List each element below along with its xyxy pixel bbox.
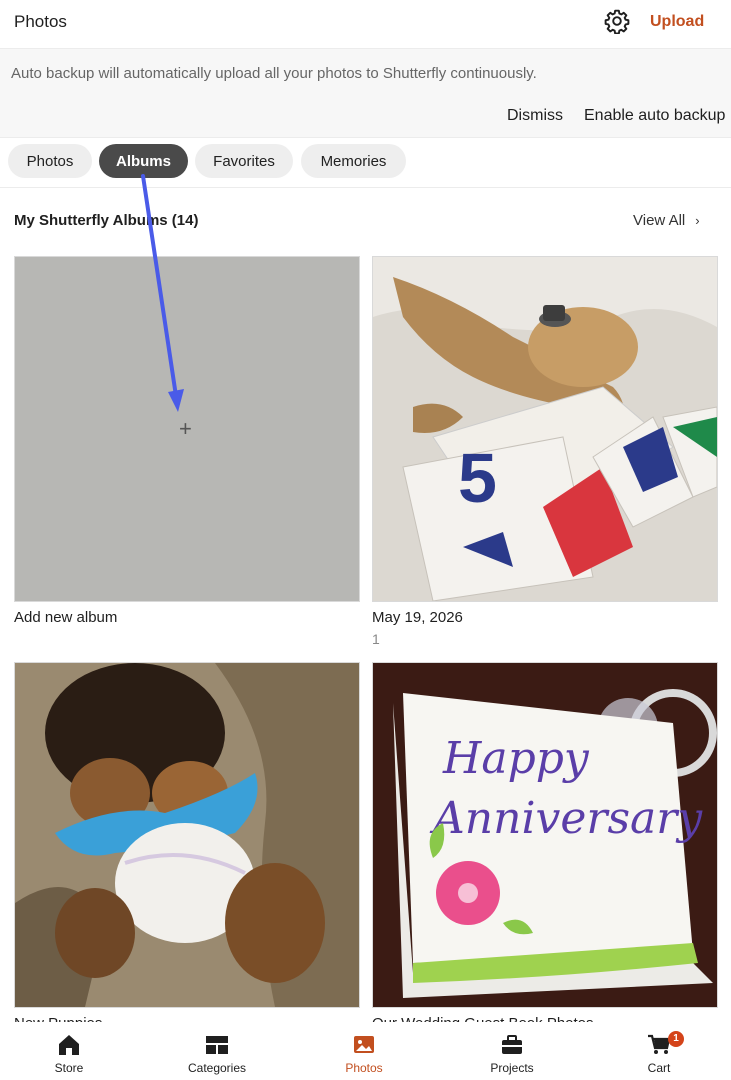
cart-count-badge: 1 — [668, 1031, 684, 1047]
albums-section-title: My Shutterfly Albums (14) — [14, 212, 199, 229]
puppy-photo — [15, 663, 359, 1007]
photos-icon — [354, 1036, 374, 1053]
upload-button[interactable]: Upload — [650, 13, 704, 31]
tab-bar: Photos Albums Favorites Memories — [0, 137, 731, 188]
album-title: May 19, 2026 — [372, 609, 463, 626]
nav-label: Cart — [647, 1061, 671, 1075]
album-title: Add new album — [14, 609, 118, 626]
tab-favorites[interactable]: Favorites — [195, 144, 293, 178]
app-header: Photos Upload — [0, 0, 731, 48]
nav-label: Categories — [187, 1061, 247, 1075]
tab-albums[interactable]: Albums — [99, 144, 188, 178]
nav-label: Projects — [490, 1061, 534, 1075]
svg-text:Happy: Happy — [442, 733, 590, 784]
projects-icon — [502, 1035, 522, 1054]
album-thumbnail-lizard[interactable]: 5 — [372, 256, 718, 602]
album-thumbnail-cake[interactable]: Happy Anniversary — [372, 662, 718, 1008]
album-photo-count: 1 — [372, 631, 380, 647]
home-icon — [59, 1035, 79, 1055]
page-title: Photos — [14, 12, 67, 31]
anniversary-cake-photo: Happy Anniversary — [373, 663, 717, 1007]
album-thumbnail-puppy[interactable] — [14, 662, 360, 1008]
tab-memories[interactable]: Memories — [301, 144, 406, 178]
enable-auto-backup-button[interactable]: Enable auto backup — [584, 107, 725, 125]
nav-projects[interactable]: Projects — [452, 1022, 572, 1080]
svg-text:Anniversary: Anniversary — [429, 793, 703, 844]
nav-store[interactable]: Store — [9, 1022, 129, 1080]
banner-message: Auto backup will automatically upload al… — [11, 65, 537, 82]
svg-text:5: 5 — [458, 439, 497, 517]
plus-icon: + — [179, 416, 192, 441]
chevron-right-icon: › — [695, 213, 700, 228]
add-new-album-tile[interactable]: + — [14, 256, 360, 602]
nav-cart[interactable]: Cart 1 — [599, 1022, 719, 1080]
auto-backup-banner: Auto backup will automatically upload al… — [0, 48, 731, 138]
nav-categories[interactable]: Categories — [157, 1022, 277, 1080]
nav-label: Photos — [345, 1061, 383, 1075]
nav-photos[interactable]: Photos — [304, 1022, 424, 1080]
view-all-label: View All — [633, 212, 686, 229]
lizard-photo: 5 — [373, 257, 717, 601]
bottom-navigation: Store Categories Photos Projects Cart 1 — [0, 1022, 731, 1080]
view-all-link[interactable]: View All › — [633, 212, 700, 229]
dismiss-button[interactable]: Dismiss — [507, 107, 563, 125]
nav-label: Store — [54, 1061, 84, 1075]
tab-photos[interactable]: Photos — [8, 144, 92, 178]
gear-icon[interactable] — [604, 8, 630, 34]
categories-icon — [206, 1036, 228, 1054]
